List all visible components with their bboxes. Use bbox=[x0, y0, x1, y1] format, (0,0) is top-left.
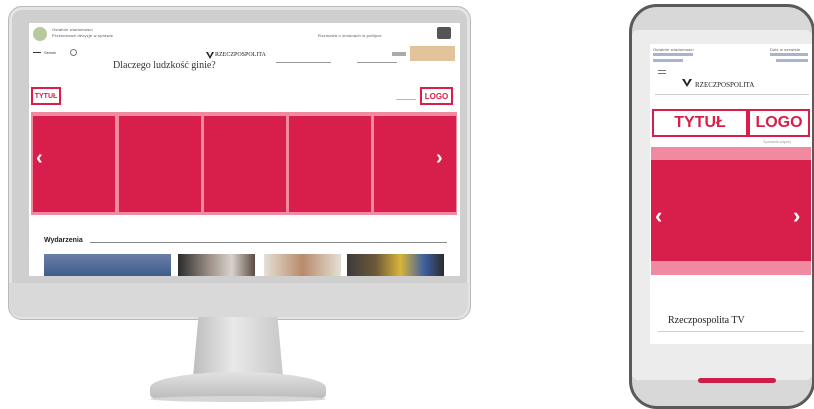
carousel-prev-arrow[interactable]: ‹ bbox=[36, 147, 43, 170]
monitor-chin bbox=[9, 283, 468, 317]
mobile-carousel-prev-arrow[interactable]: ‹ bbox=[655, 203, 662, 229]
mobile-carousel-tile[interactable] bbox=[651, 160, 811, 261]
monitor-neck bbox=[193, 317, 283, 377]
event-photo[interactable] bbox=[178, 254, 255, 276]
hamburger-icon[interactable] bbox=[33, 52, 41, 53]
header-small-left-2[interactable]: Przełomowe decyzje w sprawie bbox=[52, 33, 113, 38]
carousel-next-arrow[interactable]: › bbox=[436, 147, 443, 170]
weather-icon bbox=[33, 27, 47, 41]
desktop-sub-link[interactable] bbox=[396, 99, 416, 100]
mobile-title-box: TYTUŁ bbox=[652, 109, 748, 137]
carousel-tile[interactable] bbox=[33, 116, 115, 212]
header-small-left-1[interactable]: Ostatnie wiadomości bbox=[52, 27, 93, 32]
phone-home-indicator bbox=[698, 378, 776, 383]
desktop-section-title[interactable]: Wydarzenia bbox=[44, 237, 83, 244]
mobile-logo-box: LOGO bbox=[748, 109, 810, 137]
mobile-header-small-left[interactable]: Ostatnie wiadomości bbox=[653, 47, 694, 52]
mobile-header-bar bbox=[653, 59, 683, 62]
search-icon[interactable] bbox=[70, 49, 77, 56]
carousel-tile[interactable] bbox=[374, 116, 456, 212]
mobile-brand[interactable]: RZECZPOSPOLITA bbox=[695, 81, 754, 89]
monitor-stand-shadow bbox=[150, 396, 326, 402]
mobile-header-bar bbox=[776, 59, 808, 62]
header-divider-1 bbox=[276, 62, 331, 63]
event-photo[interactable] bbox=[347, 254, 444, 276]
mobile-header-bar bbox=[770, 53, 808, 56]
mobile-carousel-next-arrow[interactable]: › bbox=[793, 203, 800, 229]
header-small-right[interactable]: Rozmowa o zmianach w polityce bbox=[318, 33, 382, 38]
event-photo[interactable] bbox=[264, 254, 341, 276]
desktop-logo-box: LOGO bbox=[420, 87, 453, 105]
monitor-stand bbox=[150, 372, 326, 398]
carousel-tile[interactable] bbox=[204, 116, 286, 212]
mobile-header-small-right[interactable]: Dziś w serwisie bbox=[770, 47, 800, 52]
mobile-sub-link[interactable]: Sprawdź więcej bbox=[763, 139, 791, 144]
desktop-brand[interactable]: RZECZPOSPOLITA bbox=[215, 52, 266, 58]
header-divider-2 bbox=[357, 62, 397, 63]
carousel-tile[interactable] bbox=[119, 116, 201, 212]
mobile-section-rule bbox=[658, 331, 804, 332]
mobile-header-rule bbox=[655, 94, 809, 95]
login-link[interactable] bbox=[392, 52, 406, 56]
section-rule bbox=[90, 242, 447, 243]
desktop-title-box: TYTUŁ bbox=[31, 87, 61, 105]
device-icon bbox=[437, 27, 451, 39]
desktop-headline[interactable]: Dlaczego ludzkość ginie? bbox=[113, 60, 216, 71]
mobile-section-title[interactable]: Rzeczpospolita TV bbox=[668, 315, 745, 326]
event-photo[interactable] bbox=[44, 254, 171, 276]
menu-label[interactable]: Serwis bbox=[44, 50, 56, 55]
subscribe-button[interactable] bbox=[410, 46, 455, 61]
mobile-hamburger-icon[interactable] bbox=[658, 70, 666, 71]
carousel-tile[interactable] bbox=[289, 116, 371, 212]
mobile-header-bar bbox=[653, 53, 693, 56]
